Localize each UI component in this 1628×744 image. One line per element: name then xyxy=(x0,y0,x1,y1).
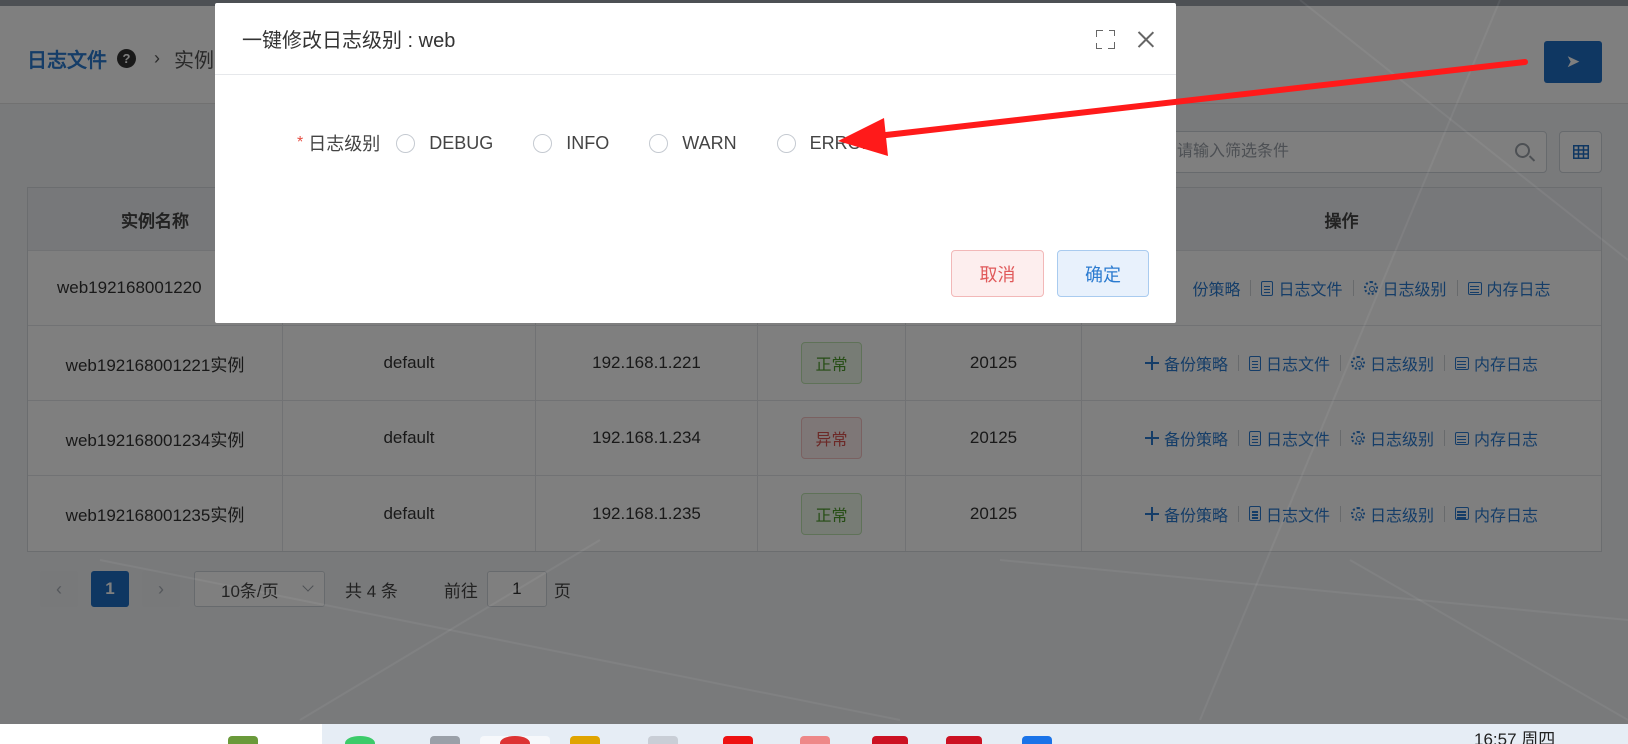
fullscreen-icon[interactable] xyxy=(1096,30,1115,49)
log-level-label: 日志级别 xyxy=(308,134,381,154)
taskbar-app-icon[interactable] xyxy=(946,736,982,744)
os-taskbar: 16:57 周四 xyxy=(0,724,1628,744)
radio-circle-icon xyxy=(396,133,416,153)
log-level-field: * 日志级别 DEBUG INFO WARN ERROR xyxy=(297,130,899,156)
close-icon[interactable] xyxy=(1137,31,1155,49)
taskbar-clock[interactable]: 16:57 周四 xyxy=(1474,725,1555,744)
radio-circle-icon xyxy=(649,133,669,153)
radio-debug[interactable]: DEBUG xyxy=(396,133,493,154)
taskbar-app-icon[interactable] xyxy=(723,736,753,744)
cancel-button[interactable]: 取消 xyxy=(951,250,1044,297)
radio-warn-label: WARN xyxy=(682,132,737,153)
radio-info[interactable]: INFO xyxy=(533,133,609,154)
taskbar-app-icon[interactable] xyxy=(430,736,460,744)
confirm-button[interactable]: 确定 xyxy=(1057,250,1149,297)
taskbar-app-icon[interactable] xyxy=(345,736,375,744)
fullscreen-corner xyxy=(1096,43,1102,49)
dialog-title: 一键修改日志级别 : web xyxy=(242,30,456,52)
dialog-header: 一键修改日志级别 : web xyxy=(215,3,1176,75)
required-mark: * xyxy=(297,134,304,151)
taskbar-app-icon[interactable] xyxy=(500,736,530,744)
radio-error[interactable]: ERROR xyxy=(776,132,875,154)
taskbar-app-icon[interactable] xyxy=(872,736,908,744)
radio-warn[interactable]: WARN xyxy=(649,132,737,154)
taskbar-app-icon[interactable] xyxy=(228,736,258,744)
taskbar-app-icon[interactable] xyxy=(570,736,600,744)
radio-circle-icon xyxy=(776,133,796,153)
radio-debug-label: DEBUG xyxy=(429,132,494,153)
radio-circle-icon xyxy=(533,133,553,153)
taskbar-start-area[interactable] xyxy=(0,724,322,744)
taskbar-app-icon[interactable] xyxy=(648,736,678,744)
fullscreen-corner xyxy=(1109,30,1115,36)
change-log-level-dialog: 一键修改日志级别 : web * 日志级别 DEBUG INFO WARN ER… xyxy=(215,3,1176,323)
radio-error-label: ERROR xyxy=(809,132,875,153)
taskbar-app-icon[interactable] xyxy=(1022,736,1052,744)
taskbar-app-icon[interactable] xyxy=(800,736,830,744)
radio-info-label: INFO xyxy=(566,132,610,153)
